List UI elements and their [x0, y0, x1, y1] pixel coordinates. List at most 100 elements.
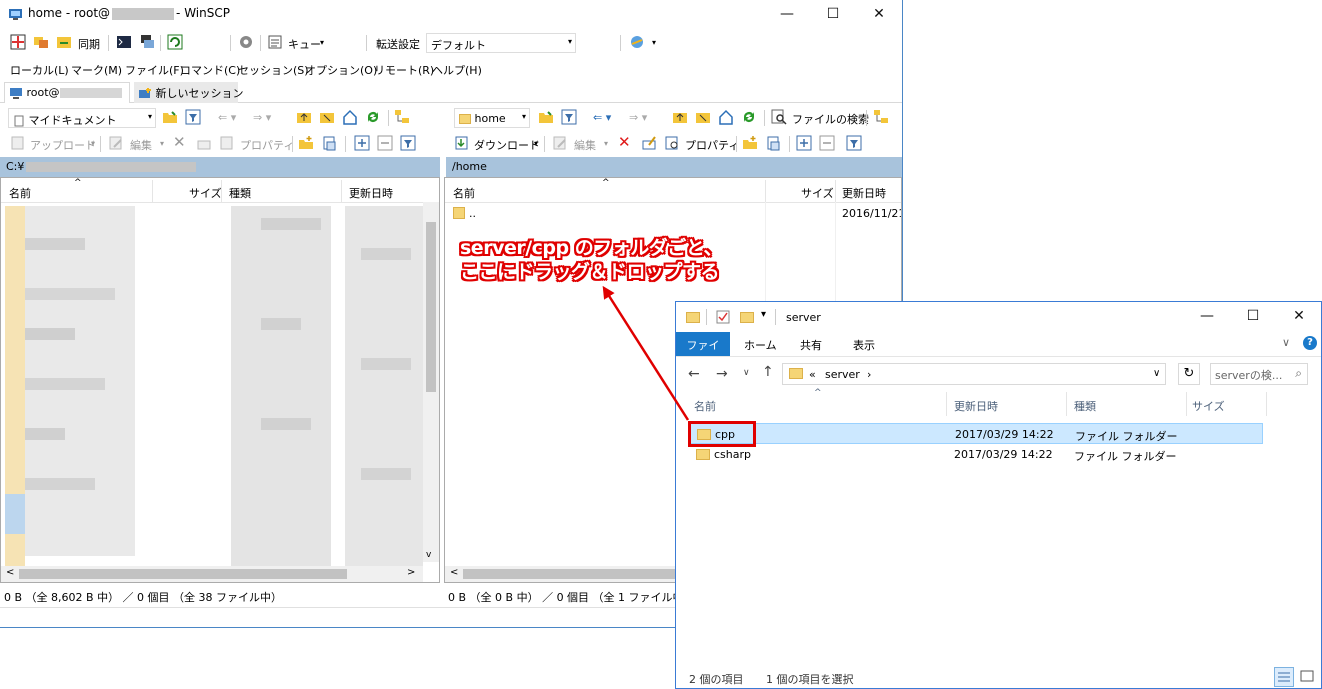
- left-vertical-scrollbar[interactable]: v: [423, 202, 439, 562]
- overflow-breadcrumb[interactable]: «: [809, 368, 816, 381]
- root-directory-icon[interactable]: [319, 109, 335, 125]
- menu-help[interactable]: ヘルプ(H): [432, 62, 482, 78]
- column-modified[interactable]: 更新日時: [349, 185, 393, 201]
- rename-icon[interactable]: [196, 135, 212, 151]
- select-all-icon[interactable]: [796, 135, 812, 151]
- table-row[interactable]: .. 2016/11/21: [445, 204, 901, 224]
- find-files-icon[interactable]: [771, 109, 787, 125]
- column-name[interactable]: 名前: [694, 398, 716, 414]
- new-folder-icon[interactable]: [298, 135, 314, 151]
- download-dropdown-icon[interactable]: ▾: [534, 139, 538, 148]
- menu-session[interactable]: セッション(S): [238, 62, 309, 78]
- refresh-icon[interactable]: [741, 109, 757, 125]
- new-file-icon[interactable]: [765, 135, 781, 151]
- delete-icon[interactable]: ✕: [173, 133, 186, 151]
- new-file-icon[interactable]: [321, 135, 337, 151]
- tree-view-icon[interactable]: [873, 109, 889, 125]
- preferences-gear-icon[interactable]: [238, 34, 254, 50]
- edit-button[interactable]: 編集: [130, 137, 152, 153]
- menu-file[interactable]: ファイル(F): [125, 62, 184, 78]
- filter-icon[interactable]: [185, 109, 201, 125]
- edit-icon[interactable]: [552, 135, 568, 151]
- menu-mark[interactable]: マーク(M): [71, 62, 122, 78]
- large-icons-view-button[interactable]: [1298, 667, 1318, 687]
- recent-locations-icon[interactable]: ∨: [743, 368, 750, 378]
- new-folder-icon[interactable]: [740, 312, 754, 323]
- delete-icon[interactable]: ✕: [618, 133, 631, 151]
- new-folder-icon[interactable]: [742, 135, 758, 151]
- scroll-right-icon[interactable]: >: [407, 567, 415, 578]
- close-button[interactable]: ✕: [1276, 302, 1321, 330]
- unselect-all-icon[interactable]: [819, 135, 835, 151]
- left-horizontal-scroll-thumb[interactable]: [19, 569, 347, 579]
- parent-directory-icon[interactable]: [296, 109, 312, 125]
- customize-toolbar-icon[interactable]: ▾: [761, 309, 766, 320]
- left-horizontal-scrollbar[interactable]: < >: [1, 566, 423, 582]
- forward-arrow-icon[interactable]: →: [716, 366, 728, 382]
- find-files-button[interactable]: ファイルの検索: [792, 111, 869, 127]
- column-type[interactable]: 種類: [1074, 398, 1096, 414]
- download-icon[interactable]: [454, 135, 470, 151]
- edit-dropdown-icon[interactable]: ▾: [604, 139, 608, 148]
- edit-button[interactable]: 編集: [574, 137, 596, 153]
- tab-share[interactable]: 共有: [790, 332, 832, 356]
- compare-directories-icon[interactable]: [10, 34, 26, 50]
- up-arrow-icon[interactable]: ↑: [762, 364, 774, 380]
- column-name[interactable]: 名前: [453, 185, 475, 201]
- column-modified[interactable]: 更新日時: [842, 185, 886, 201]
- left-file-list[interactable]: 名前 ^ サイズ 種類 更新日時 v < >: [0, 177, 440, 583]
- menu-local[interactable]: ローカル(L): [10, 62, 69, 78]
- unselect-all-icon[interactable]: [377, 135, 393, 151]
- synchronize-browsing-icon[interactable]: [33, 34, 49, 50]
- right-location-select[interactable]: home ▾: [454, 108, 530, 128]
- scroll-left-icon[interactable]: <: [6, 567, 14, 578]
- rename-icon[interactable]: [641, 135, 657, 151]
- search-input[interactable]: serverの検... ⌕: [1210, 363, 1308, 385]
- minimize-button[interactable]: —: [1184, 302, 1230, 330]
- synchronize-label[interactable]: 同期: [78, 36, 100, 52]
- column-size[interactable]: サイズ: [189, 185, 222, 201]
- details-view-button[interactable]: [1274, 667, 1294, 687]
- queue-label[interactable]: キュー: [288, 36, 321, 52]
- left-location-select[interactable]: マイドキュメント ▾: [8, 108, 156, 128]
- refresh-icon[interactable]: [365, 109, 381, 125]
- home-icon[interactable]: [342, 109, 358, 125]
- column-name[interactable]: 名前: [9, 185, 31, 201]
- filter-icon[interactable]: [846, 135, 862, 151]
- console-icon[interactable]: [116, 34, 132, 50]
- transfer-globe-icon[interactable]: [629, 34, 645, 50]
- column-modified[interactable]: 更新日時: [954, 398, 998, 414]
- open-folder-icon[interactable]: [162, 109, 178, 125]
- forward-icon[interactable]: ⇒ ▾: [629, 111, 647, 124]
- select-all-icon[interactable]: [354, 135, 370, 151]
- scroll-left-icon[interactable]: <: [450, 567, 458, 578]
- properties-button[interactable]: プロパティ: [685, 137, 739, 153]
- synchronize-icon[interactable]: [56, 34, 72, 50]
- filter-icon[interactable]: [400, 135, 416, 151]
- maximize-button[interactable]: ☐: [1230, 302, 1276, 330]
- globe-dropdown-icon[interactable]: ▾: [652, 38, 656, 47]
- properties-check-icon[interactable]: [716, 310, 730, 324]
- help-icon[interactable]: ?: [1303, 336, 1317, 350]
- putty-icon[interactable]: [139, 34, 155, 50]
- upload-dropdown-icon[interactable]: ▾: [91, 139, 95, 148]
- expand-ribbon-icon[interactable]: ∨: [1282, 336, 1290, 349]
- queue-icon[interactable]: [267, 34, 283, 50]
- upload-button[interactable]: アップロード: [30, 137, 96, 153]
- table-row[interactable]: cpp 2017/03/29 14:22 ファイル フォルダー: [688, 423, 1263, 444]
- menu-remote[interactable]: リモート(R): [374, 62, 434, 78]
- edit-dropdown-icon[interactable]: ▾: [160, 139, 164, 148]
- address-bar[interactable]: « server › ∨: [782, 363, 1166, 385]
- upload-icon[interactable]: [10, 135, 26, 151]
- tab-view[interactable]: 表示: [843, 332, 885, 356]
- table-row[interactable]: csharp 2017/03/29 14:22 ファイル フォルダー: [688, 444, 1263, 465]
- column-type[interactable]: 種類: [229, 185, 251, 201]
- open-folder-icon[interactable]: [538, 109, 554, 125]
- properties-icon[interactable]: [664, 135, 680, 151]
- queue-dropdown-icon[interactable]: ▾: [320, 38, 324, 47]
- tab-current-session[interactable]: root@: [4, 82, 130, 103]
- menu-commands[interactable]: コマンド(C): [180, 62, 240, 78]
- scroll-down-icon[interactable]: v: [426, 550, 431, 560]
- tab-file[interactable]: ファイル: [676, 332, 730, 368]
- column-size[interactable]: サイズ: [1192, 398, 1225, 414]
